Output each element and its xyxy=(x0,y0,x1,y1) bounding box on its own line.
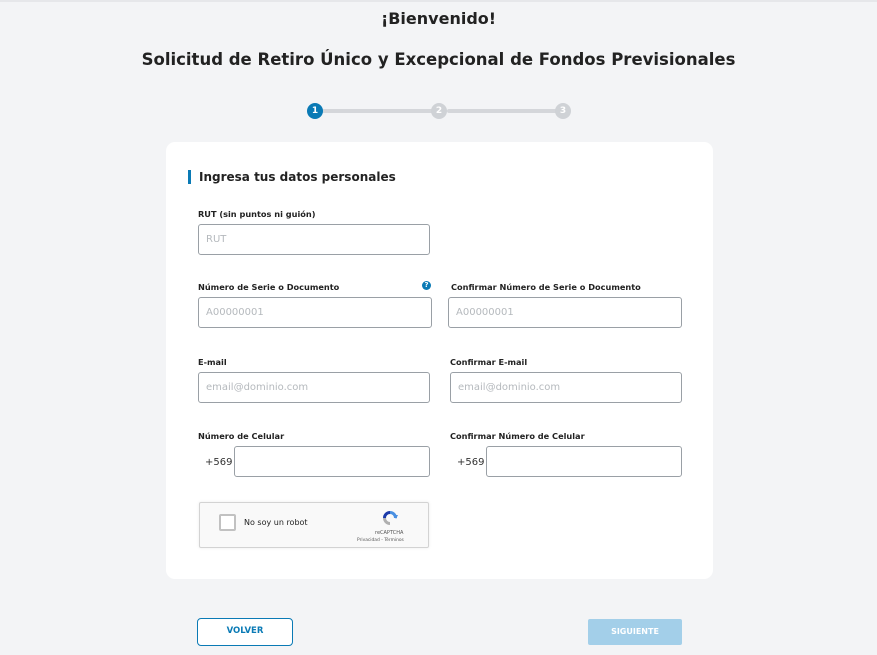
email-confirm-label: Confirmar E-mail xyxy=(450,357,528,367)
serie-confirm-label: Confirmar Número de Serie o Documento xyxy=(451,282,641,292)
phone-confirm-label: Confirmar Número de Celular xyxy=(450,431,585,441)
serie-confirm-input[interactable]: A00000001 xyxy=(448,297,682,328)
personal-data-card: Ingresa tus datos personales RUT (sin pu… xyxy=(166,142,713,579)
recaptcha-widget: No soy un robot reCAPTCHA Privacidad - T… xyxy=(199,502,429,548)
phone-label: Número de Celular xyxy=(198,431,285,441)
phone-prefix: +569 xyxy=(205,457,233,468)
recaptcha-checkbox[interactable] xyxy=(219,514,236,531)
phone-input[interactable] xyxy=(234,446,430,477)
section-title: Ingresa tus datos personales xyxy=(188,170,396,184)
section-title-text: Ingresa tus datos personales xyxy=(199,170,396,184)
step-connector-2 xyxy=(447,109,559,113)
email-confirm-input[interactable]: email@dominio.com xyxy=(450,372,682,403)
step-3: 3 xyxy=(555,103,571,119)
step-2: 2 xyxy=(431,103,447,119)
section-accent-bar xyxy=(188,170,191,184)
rut-input[interactable]: RUT xyxy=(198,224,430,255)
serie-input[interactable]: A00000001 xyxy=(198,297,432,328)
recaptcha-brand: reCAPTCHA xyxy=(375,530,404,536)
back-button[interactable]: VOLVER xyxy=(197,618,293,646)
recaptcha-label: No soy un robot xyxy=(244,518,308,527)
serie-label: Número de Serie o Documento xyxy=(198,282,340,292)
recaptcha-link-separator: - xyxy=(381,538,383,543)
phone-confirm-input[interactable] xyxy=(486,446,682,477)
rut-label: RUT (sin puntos ni guión) xyxy=(198,209,316,219)
phone-confirm-prefix: +569 xyxy=(457,457,485,468)
next-button[interactable]: SIGUIENTE xyxy=(588,619,682,645)
email-input[interactable]: email@dominio.com xyxy=(198,372,430,403)
step-1: 1 xyxy=(307,103,323,119)
top-divider xyxy=(0,0,877,2)
progress-stepper: 1 2 3 xyxy=(307,102,573,120)
email-label: E-mail xyxy=(198,357,227,367)
recaptcha-privacy-link[interactable]: Privacidad xyxy=(357,538,380,543)
step-connector-1 xyxy=(321,109,439,113)
recaptcha-logo-icon xyxy=(383,511,398,525)
question-circle-icon[interactable]: ? xyxy=(422,281,431,290)
welcome-heading: ¡Bienvenido! xyxy=(380,9,497,28)
recaptcha-terms-link[interactable]: Términos xyxy=(384,538,404,543)
page-title: Solicitud de Retiro Único y Excepcional … xyxy=(141,50,736,69)
recaptcha-links: Privacidad - Términos xyxy=(357,538,404,543)
